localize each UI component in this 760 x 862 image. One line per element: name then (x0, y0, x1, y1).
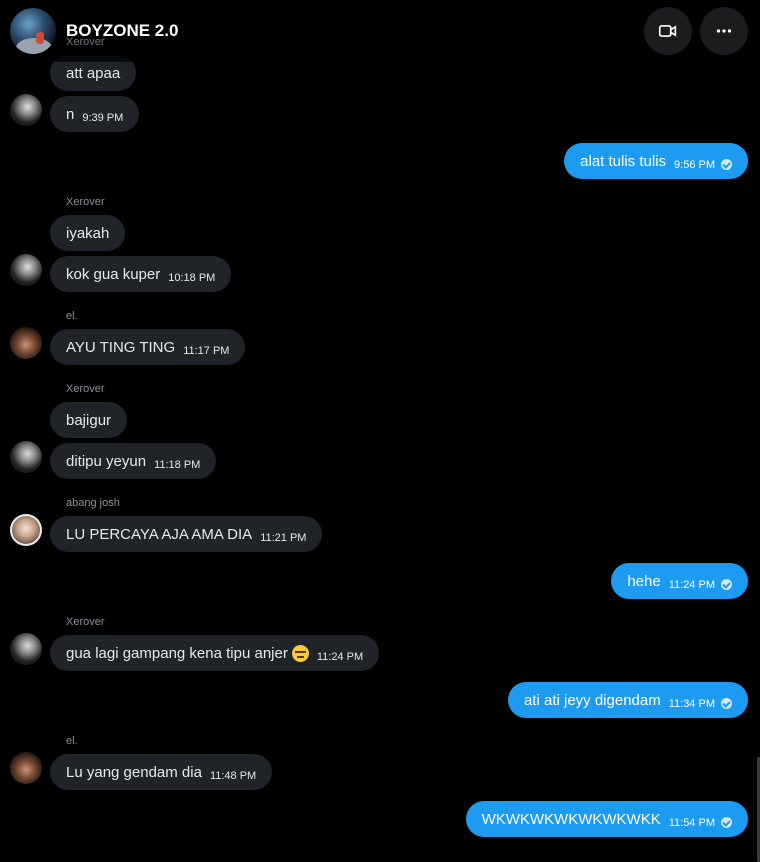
video-icon (658, 25, 677, 37)
message-bubble-own[interactable]: alat tulis tulis 9:56 PM (564, 143, 748, 179)
sender-name: Xerover (66, 196, 105, 208)
message-text: ditipu yeyun (66, 452, 147, 470)
message-time: 11:54 PM (668, 816, 715, 829)
message-text: hehe (627, 572, 661, 590)
message-text: att apaa (66, 64, 121, 82)
message-text: kok gua kuper (66, 265, 161, 283)
more-icon (716, 29, 732, 33)
message-text: Lu yang gendam dia (66, 763, 202, 781)
read-check-icon (721, 698, 732, 709)
avatar-abang-josh[interactable] (10, 514, 42, 546)
read-check-icon (721, 817, 732, 828)
message-time: 9:39 PM (82, 111, 124, 124)
avatar-xerover[interactable] (10, 633, 42, 665)
group-avatar[interactable] (10, 8, 56, 54)
avatar-xerover[interactable] (10, 254, 42, 286)
more-options-button[interactable] (700, 7, 748, 55)
message-text: iyakah (66, 224, 110, 242)
message-text: AYU TING TING (66, 338, 176, 356)
message-time: 9:56 PM (674, 158, 715, 171)
message-bubble-own[interactable]: hehe 11:24 PM (611, 563, 748, 599)
sender-name: el. (66, 310, 78, 322)
message-time: 11:21 PM (260, 531, 307, 544)
message-text: alat tulis tulis (580, 152, 667, 170)
message-bubble[interactable]: kok gua kuper 10:18 PM (50, 256, 232, 292)
message-bubble[interactable]: ditipu yeyun 11:18 PM (50, 443, 217, 479)
message-text: LU PERCAYA AJA AMA DIA (66, 525, 253, 543)
message-text: ati ati jeyy digendam (523, 691, 661, 709)
sender-name: el. (66, 735, 78, 747)
message-bubble[interactable]: gua lagi gampang kena tipu anjer 11:24 P… (50, 635, 380, 671)
chat-header: BOYZONE 2.0 Xerover (0, 0, 760, 62)
message-time: 11:24 PM (668, 578, 715, 591)
partial-sender-label: Xerover (66, 36, 105, 48)
message-text: gua lagi gampang kena tipu anjer (66, 644, 288, 662)
message-bubble[interactable]: AYU TING TING 11:17 PM (50, 329, 246, 365)
video-call-button[interactable] (644, 7, 692, 55)
message-bubble[interactable]: bajigur (50, 402, 128, 438)
message-time: 11:17 PM (183, 344, 230, 357)
sender-name: abang josh (66, 497, 120, 509)
message-bubble[interactable]: n 9:39 PM (50, 96, 140, 132)
avatar-el[interactable] (10, 327, 42, 359)
message-time: 10:18 PM (168, 271, 216, 284)
expressionless-face-icon (291, 644, 309, 662)
message-time: 11:34 PM (668, 697, 715, 710)
message-bubble[interactable]: Lu yang gendam dia 11:48 PM (50, 754, 273, 790)
avatar-el[interactable] (10, 752, 42, 784)
avatar-xerover[interactable] (10, 441, 42, 473)
message-bubble[interactable]: iyakah (50, 215, 126, 251)
message-bubble[interactable]: LU PERCAYA AJA AMA DIA 11:21 PM (50, 516, 323, 552)
message-text: bajigur (66, 411, 112, 429)
sender-name: Xerover (66, 383, 105, 395)
message-bubble-own[interactable]: ati ati jeyy digendam 11:34 PM (507, 682, 748, 718)
message-text: WKWKWKWKWKWKWKK (481, 810, 661, 828)
read-check-icon (721, 579, 732, 590)
message-bubble-own[interactable]: WKWKWKWKWKWKWKK 11:54 PM (465, 801, 748, 837)
avatar-xerover[interactable] (10, 94, 42, 126)
message-time: 11:48 PM (209, 769, 257, 782)
message-time: 11:18 PM (154, 458, 201, 471)
message-time: 11:24 PM (316, 650, 364, 663)
sender-name: Xerover (66, 616, 105, 628)
message-text: n (66, 105, 75, 123)
read-check-icon (721, 159, 732, 170)
